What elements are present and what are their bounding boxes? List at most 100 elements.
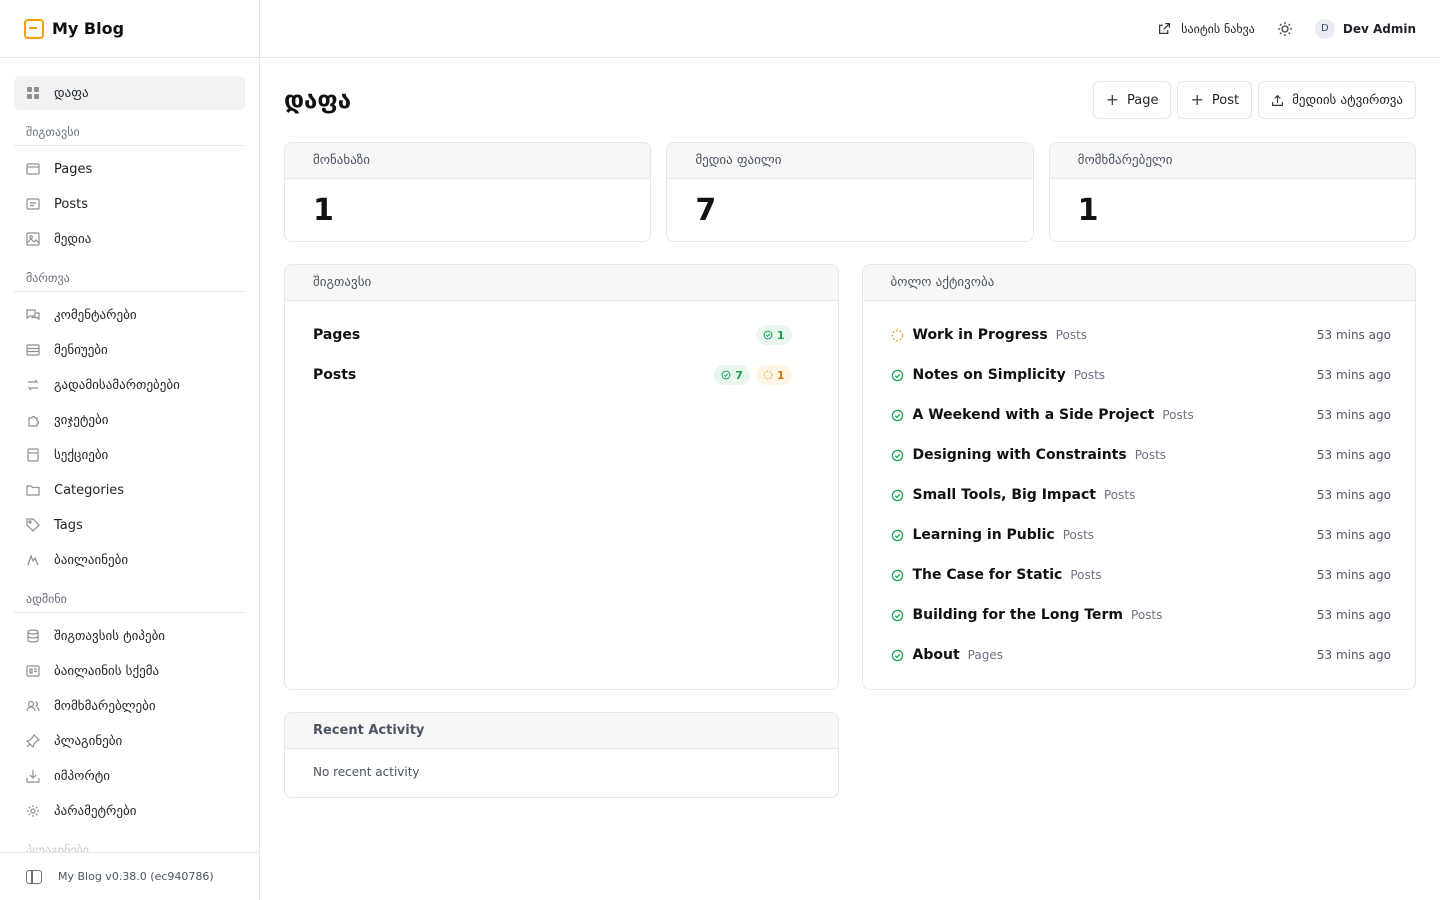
stat-label: მომხმარებელი [1049, 143, 1415, 179]
activity-time: 53 mins ago [1316, 608, 1391, 622]
schema-icon [26, 664, 40, 678]
view-site-label: საიტის ნახვა [1181, 21, 1255, 36]
tag-icon [26, 518, 40, 532]
activity-title[interactable]: Designing with Constraints [913, 447, 1127, 463]
sidebar-item[interactable]: სექციები [14, 438, 245, 472]
activity-title[interactable]: About [913, 647, 960, 663]
sidebar-toggle-icon[interactable] [26, 869, 42, 884]
stat-card-users: მომხმარებელი 1 [1048, 142, 1416, 242]
panel-title: Recent Activity [285, 713, 838, 749]
database-icon [26, 629, 40, 643]
new-page-button[interactable]: + Page [1092, 81, 1172, 119]
sidebar-item-label: გადამისამართებები [54, 377, 180, 393]
stat-value: 1 [1077, 193, 1099, 228]
draft-status-icon [891, 329, 904, 342]
sidebar-item[interactable]: კომენტარები [14, 298, 245, 332]
published-status-icon [891, 649, 904, 662]
content-row[interactable]: Pages 1 [285, 315, 838, 355]
redirect-icon [26, 378, 40, 392]
published-status-icon [891, 529, 904, 542]
external-link-icon [1159, 23, 1171, 34]
upload-media-button[interactable]: მედიის ატვირთვა [1258, 81, 1416, 119]
stat-card-media: მედია ფაილი 7 [666, 142, 1034, 242]
panels-row: შიგთავსი Pages 1 Posts 7 1 ბოლო აქტივობა Wor… [284, 264, 1416, 690]
published-status-icon [891, 569, 904, 582]
sun-icon[interactable] [1277, 21, 1293, 37]
nav-group-label: მართვა [14, 257, 245, 292]
activity-time: 53 mins ago [1316, 448, 1391, 462]
sidebar-item[interactable]: გადამისამართებები [14, 368, 245, 402]
sidebar-item[interactable]: დაფა [14, 76, 245, 110]
sidebar-item[interactable]: პლაგინები [14, 724, 245, 758]
status-badges: 1 [755, 325, 792, 345]
plus-icon: + [1190, 90, 1204, 109]
gear-icon [26, 804, 40, 818]
stat-card-drafts: მონახაზი 1 [284, 142, 652, 242]
activity-row[interactable]: The Case for Static Posts 53 mins ago [863, 555, 1416, 595]
sidebar: My Blog დაფა შიგთავსი Pages Posts მედია მართვ… [0, 0, 260, 900]
sidebar-item-label: მენიუები [54, 342, 108, 358]
stat-label: მონახაზი [285, 143, 651, 179]
status-badges: 71 [714, 365, 792, 385]
sidebar-item-label: დაფა [54, 85, 89, 101]
sidebar-item[interactable]: იმპორტი [14, 759, 245, 793]
activity-row[interactable]: About Pages 53 mins ago [863, 635, 1416, 675]
user-menu[interactable]: D Dev Admin [1314, 18, 1416, 39]
sidebar-item-label: მომხმარებლები [54, 698, 156, 714]
sidebar-item-label: პლაგინები [54, 733, 123, 749]
version-label: My Blog v0.38.0 (ec940786) [58, 870, 214, 883]
sidebar-item-label: ბაილაინები [54, 552, 129, 568]
content-row[interactable]: Posts 7 1 [285, 355, 838, 395]
activity-title[interactable]: Small Tools, Big Impact [913, 487, 1096, 503]
users-icon [26, 699, 40, 713]
activity-title[interactable]: Notes on Simplicity [913, 367, 1066, 383]
nav-group-label: შიგთავსი [14, 111, 245, 146]
panel-title: ბოლო აქტივობა [862, 265, 1415, 301]
activity-row[interactable]: Designing with Constraints Posts 53 mins a… [863, 435, 1416, 475]
sidebar-item[interactable]: შიგთავსის ტიპები [14, 619, 245, 653]
activity-type: Pages [967, 648, 1003, 662]
sidebar-item[interactable]: ბაილაინის სქემა [14, 654, 245, 688]
draft-badge: 1 [755, 365, 792, 385]
sidebar-item-label: Tags [54, 517, 83, 533]
page-header: დაფა + Page + Post მედიის ატვირთვა [284, 58, 1416, 142]
activity-title[interactable]: The Case for Static [913, 567, 1063, 583]
activity-row[interactable]: Small Tools, Big Impact Posts 53 mins ago [863, 475, 1416, 515]
new-post-button[interactable]: + Post [1177, 81, 1253, 119]
widget-icon [26, 413, 40, 427]
page-actions: + Page + Post მედიის ატვირთვა [1092, 81, 1416, 119]
folder-icon [26, 483, 40, 497]
sidebar-item[interactable]: მენიუები [14, 333, 245, 367]
sidebar-item[interactable]: ბაილაინები [14, 543, 245, 577]
empty-state: No recent activity [313, 765, 420, 779]
activity-title[interactable]: Building for the Long Term [913, 607, 1124, 623]
sidebar-item[interactable]: Tags [14, 508, 245, 542]
view-site-link[interactable]: საიტის ნახვა [1158, 22, 1255, 36]
sidebar-item[interactable]: მომხმარებლები [14, 689, 245, 723]
sidebar-item[interactable]: პარამეტრები [14, 794, 245, 828]
activity-time: 53 mins ago [1316, 648, 1391, 662]
activity-title[interactable]: Work in Progress [913, 327, 1048, 343]
sidebar-item[interactable]: Posts [14, 187, 245, 221]
activity-list: Work in Progress Posts 53 mins ago Notes on… [863, 301, 1416, 675]
activity-row[interactable]: A Weekend with a Side Project Posts 53 min… [863, 395, 1416, 435]
activity-panel: ბოლო აქტივობა Work in Progress Posts 53 mi… [861, 264, 1416, 690]
activity-title[interactable]: A Weekend with a Side Project [913, 407, 1155, 423]
activity-row[interactable]: Notes on Simplicity Posts 53 mins ago [863, 355, 1416, 395]
user-name: Dev Admin [1342, 21, 1416, 36]
activity-title[interactable]: Learning in Public [913, 527, 1055, 543]
activity-type: Posts [1055, 328, 1088, 342]
activity-row[interactable]: Learning in Public Posts 53 mins ago [863, 515, 1416, 555]
sidebar-item-label: პარამეტრები [54, 803, 137, 819]
published-status-icon [891, 449, 904, 462]
media-icon [26, 232, 40, 246]
brand[interactable]: My Blog [0, 0, 259, 58]
sidebar-item[interactable]: მედია [14, 222, 245, 256]
sidebar-item[interactable]: Categories [14, 473, 245, 507]
sidebar-item[interactable]: ვიჯეტები [14, 403, 245, 437]
sidebar-item[interactable]: Pages [14, 152, 245, 186]
import-icon [26, 769, 40, 783]
activity-row[interactable]: Building for the Long Term Posts 53 mins a… [863, 595, 1416, 635]
activity-row[interactable]: Work in Progress Posts 53 mins ago [863, 315, 1416, 355]
menu-icon [26, 343, 40, 357]
